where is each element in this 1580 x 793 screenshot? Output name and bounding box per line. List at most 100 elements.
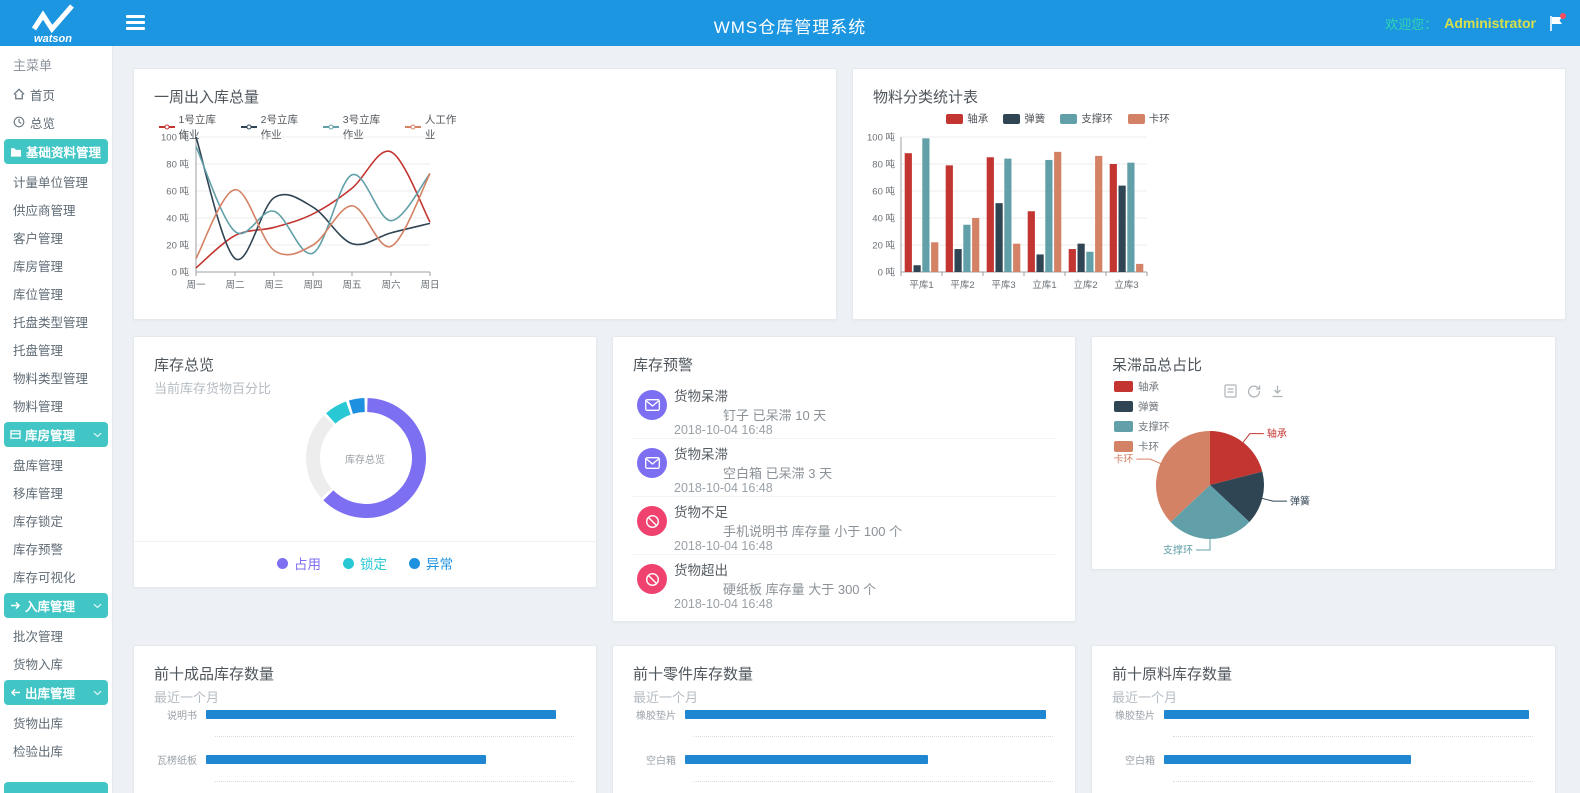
sidebar-item-3[interactable]: 计量单位管理 bbox=[0, 167, 112, 195]
sidebar-item-cutoff[interactable] bbox=[4, 782, 108, 793]
card-title: 前十成品库存数量 bbox=[134, 646, 596, 684]
sidebar-item-label: 移库管理 bbox=[13, 483, 63, 502]
sidebar-item-11[interactable]: 物料管理 bbox=[0, 391, 112, 419]
legend-item[interactable]: 卡环 bbox=[1128, 111, 1170, 126]
hbar-bar bbox=[1164, 710, 1529, 719]
hbar-row: 瓦楞纸板 bbox=[154, 749, 574, 770]
sidebar-item-7[interactable]: 库位管理 bbox=[0, 279, 112, 307]
hbar-gridline bbox=[1173, 736, 1533, 737]
sidebar-item-1[interactable]: 总览 bbox=[0, 108, 112, 136]
legend-label: 支撑环 bbox=[1081, 111, 1113, 126]
sidebar-item-21[interactable]: 出库管理 bbox=[4, 680, 108, 705]
legend-label: 弹簧 bbox=[1024, 111, 1045, 126]
sidebar-item-12[interactable]: 库房管理 bbox=[4, 422, 108, 447]
sidebar-item-4[interactable]: 供应商管理 bbox=[0, 195, 112, 223]
mail-icon bbox=[637, 448, 667, 478]
sidebar-item-19[interactable]: 批次管理 bbox=[0, 621, 112, 649]
sidebar-item-23[interactable]: 检验出库 bbox=[0, 736, 112, 764]
alert-list-item: 货物呆滞空白箱 已呆滞 3 天2018-10-04 16:48 bbox=[631, 439, 1057, 497]
sidebar-item-label: 库存可视化 bbox=[13, 567, 76, 586]
top-finished-hbar-chart: 说明书瓦楞纸板橡胶垫片空白箱 bbox=[154, 692, 574, 793]
welcome-label: 欢迎您： bbox=[1385, 14, 1437, 33]
sidebar: 主菜单 首页总览基础资料管理计量单位管理供应商管理客户管理库房管理库位管理托盘类… bbox=[0, 46, 113, 793]
svg-text:支撑环: 支撑环 bbox=[1163, 544, 1193, 557]
alert-timestamp: 2018-10-04 16:48 bbox=[674, 539, 773, 553]
sidebar-item-label: 总览 bbox=[30, 113, 55, 132]
legend-item[interactable]: 弹簧 bbox=[1003, 111, 1045, 126]
sidebar-item-label: 托盘类型管理 bbox=[13, 312, 88, 331]
hbar-bar bbox=[206, 755, 486, 764]
sidebar-item-17[interactable]: 库存可视化 bbox=[0, 562, 112, 590]
sidebar-item-label: 批次管理 bbox=[13, 626, 63, 645]
sidebar-item-label: 库位管理 bbox=[13, 284, 63, 303]
sidebar-item-label: 检验出库 bbox=[13, 741, 63, 760]
svg-text:周日: 周日 bbox=[420, 280, 439, 291]
svg-text:80 吨: 80 吨 bbox=[166, 159, 189, 171]
svg-text:80 吨: 80 吨 bbox=[872, 159, 895, 171]
app-header: watson WMS仓库管理系统 欢迎您： Administrator bbox=[0, 0, 1580, 46]
sidebar-item-label: 库存预警 bbox=[13, 539, 63, 558]
sidebar-item-label: 库房管理 bbox=[13, 256, 63, 275]
hbar-category-label: 瓦楞纸板 bbox=[154, 752, 206, 767]
sidebar-item-14[interactable]: 移库管理 bbox=[0, 478, 112, 506]
hbar-gridline bbox=[694, 781, 1053, 782]
donut-legend-item[interactable]: 锁定 bbox=[343, 553, 387, 573]
sidebar-item-5[interactable]: 客户管理 bbox=[0, 223, 112, 251]
card-top-raw: 前十原料库存数量 最近一个月 橡胶垫片空白箱彩卡说明书 bbox=[1091, 645, 1556, 793]
sidebar-item-20[interactable]: 货物入库 bbox=[0, 649, 112, 677]
sidebar-item-16[interactable]: 库存预警 bbox=[0, 534, 112, 562]
sidebar-item-8[interactable]: 托盘类型管理 bbox=[0, 307, 112, 335]
legend-dot-icon bbox=[409, 558, 420, 569]
sidebar-item-label: 库存锁定 bbox=[13, 511, 63, 530]
alert-list-item: 货物呆滞钉子 已呆滞 10 天2018-10-04 16:48 bbox=[631, 381, 1057, 439]
sidebar-item-10[interactable]: 物料类型管理 bbox=[0, 363, 112, 391]
sidebar-item-9[interactable]: 托盘管理 bbox=[0, 335, 112, 363]
legend-item[interactable]: 轴承 bbox=[946, 111, 988, 126]
legend-marker bbox=[241, 126, 257, 128]
svg-text:周一: 周一 bbox=[186, 280, 206, 291]
sidebar-item-22[interactable]: 货物出库 bbox=[0, 708, 112, 736]
card-top-parts: 前十零件库存数量 最近一个月 橡胶垫片空白箱彩卡说明书 bbox=[612, 645, 1076, 793]
notification-flag-icon[interactable] bbox=[1549, 15, 1564, 32]
sidebar-item-label: 库房管理 bbox=[25, 425, 75, 444]
sidebar-item-18[interactable]: 入库管理 bbox=[4, 593, 108, 618]
alert-timestamp: 2018-10-04 16:48 bbox=[674, 423, 773, 437]
home-icon bbox=[13, 88, 25, 100]
folder-icon bbox=[10, 147, 22, 157]
hbar-bar bbox=[685, 755, 928, 764]
username[interactable]: Administrator bbox=[1444, 15, 1536, 31]
hbar-category-label: 橡胶垫片 bbox=[633, 707, 685, 722]
inbound-arrow-icon bbox=[10, 601, 21, 610]
hbar-gridline bbox=[694, 736, 1053, 737]
sidebar-item-6[interactable]: 库房管理 bbox=[0, 251, 112, 279]
hbar-category-label: 说明书 bbox=[154, 707, 206, 722]
sidebar-item-2[interactable]: 基础资料管理 bbox=[4, 139, 108, 164]
legend-marker bbox=[946, 114, 963, 124]
svg-text:立库2: 立库2 bbox=[1073, 279, 1097, 291]
chevron-down-icon bbox=[93, 603, 102, 609]
legend-item[interactable]: 支撑环 bbox=[1060, 111, 1113, 126]
weekly-line-chart: 0 吨20 吨40 吨60 吨80 吨100 吨周一周二周三周四周五周六周日 bbox=[148, 129, 448, 304]
svg-text:立库3: 立库3 bbox=[1114, 279, 1138, 291]
legend-marker bbox=[159, 126, 175, 128]
svg-text:周二: 周二 bbox=[225, 280, 244, 291]
sidebar-item-label: 基础资料管理 bbox=[26, 142, 101, 161]
svg-text:40 吨: 40 吨 bbox=[872, 213, 895, 225]
hbar-row: 空白箱 bbox=[1112, 749, 1533, 770]
donut-center-label: 库存总览 bbox=[134, 451, 596, 466]
hbar-category-label: 空白箱 bbox=[1112, 752, 1164, 767]
card-title: 前十零件库存数量 bbox=[613, 646, 1075, 684]
donut-legend-item[interactable]: 异常 bbox=[409, 553, 453, 573]
stagnant-pie-chart: 轴承弹簧支撑环卡环 bbox=[1092, 379, 1452, 569]
hbar-gridline bbox=[215, 736, 574, 737]
card-top-finished: 前十成品库存数量 最近一个月 说明书瓦楞纸板橡胶垫片空白箱 bbox=[133, 645, 597, 793]
svg-text:平库1: 平库1 bbox=[909, 279, 933, 291]
sidebar-item-15[interactable]: 库存锁定 bbox=[0, 506, 112, 534]
hbar-gridline bbox=[215, 781, 574, 782]
hbar-row: 橡胶垫片 bbox=[633, 704, 1053, 725]
svg-text:卡环: 卡环 bbox=[1113, 453, 1133, 466]
sidebar-item-13[interactable]: 盘库管理 bbox=[0, 450, 112, 478]
sidebar-item-0[interactable]: 首页 bbox=[0, 80, 112, 108]
donut-legend-item[interactable]: 占用 bbox=[277, 553, 321, 573]
svg-text:20 吨: 20 吨 bbox=[872, 240, 895, 252]
